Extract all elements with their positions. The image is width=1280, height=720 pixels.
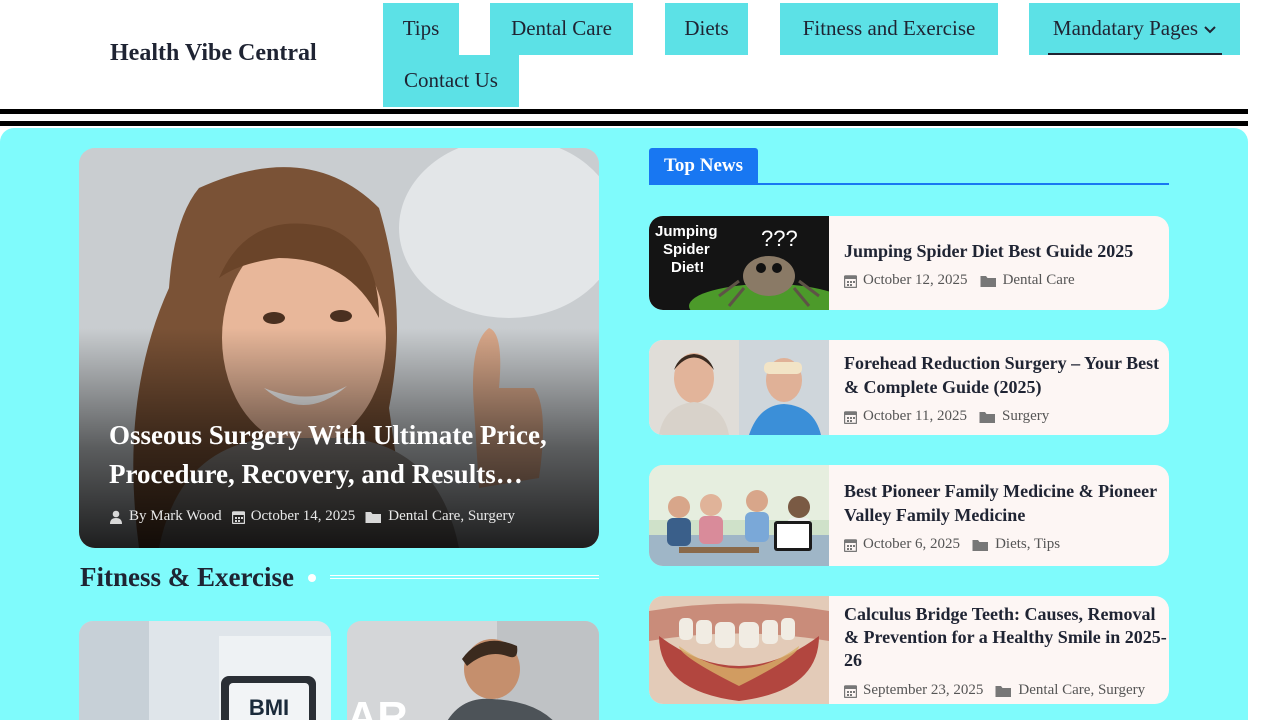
folder-icon <box>979 410 996 424</box>
fitness-card-thumbnail[interactable]: AR <box>347 621 599 720</box>
news-title[interactable]: Calculus Bridge Teeth: Causes, Removal &… <box>844 603 1167 672</box>
category-separator: , <box>460 508 465 524</box>
news-title[interactable]: Best Pioneer Family Medicine & Pioneer V… <box>844 479 1167 527</box>
news-item[interactable]: Best Pioneer Family Medicine & Pioneer V… <box>649 465 1169 566</box>
nav-mandatary-pages[interactable]: Mandatary Pages <box>1029 3 1240 55</box>
folder-icon <box>365 510 382 524</box>
nav-dental-care[interactable]: Dental Care <box>490 3 633 55</box>
nav-fitness-and-exercise[interactable]: Fitness and Exercise <box>780 3 998 55</box>
chevron-down-icon <box>1204 26 1216 34</box>
nav-tips[interactable]: Tips <box>383 3 459 55</box>
section-heading-dot <box>308 574 316 582</box>
news-thumbnail[interactable]: Jumping Spider Diet! ??? <box>649 216 829 310</box>
nav-contact-us[interactable]: Contact Us <box>383 55 519 107</box>
hero-post-title[interactable]: Osseous Surgery With Ultimate Price, Pro… <box>109 416 579 494</box>
active-underline <box>1048 53 1222 55</box>
post-date[interactable]: October 11, 2025 <box>863 408 967 425</box>
news-meta: October 11, 2025 Surgery <box>844 408 1167 425</box>
nav-label: Tips <box>402 16 440 40</box>
author-link[interactable]: By Mark Wood <box>129 508 222 525</box>
calendar-icon <box>231 510 245 524</box>
folder-icon <box>972 538 989 552</box>
calendar-icon <box>844 410 857 424</box>
hero-post-card[interactable]: Osseous Surgery With Ultimate Price, Pro… <box>79 148 599 548</box>
news-meta: September 23, 2025 Dental Care, Surgery <box>844 682 1167 699</box>
news-thumbnail[interactable] <box>649 340 829 435</box>
hero-post-meta: By Mark Wood October 14, 2025 Dental Car… <box>109 508 515 525</box>
calendar-icon <box>844 538 857 552</box>
svg-text:Jumping: Jumping <box>655 223 718 240</box>
folder-icon <box>995 684 1012 698</box>
calendar-icon <box>844 684 857 698</box>
news-title[interactable]: Forehead Reduction Surgery – Your Best &… <box>844 351 1167 399</box>
folder-icon <box>980 274 997 288</box>
bmi-thumb-text: BMI <box>249 695 289 720</box>
category-link[interactable]: Diets, Tips <box>995 536 1060 553</box>
category-link[interactable]: Dental Care, Surgery <box>1018 682 1145 699</box>
nav-label: Mandatary Pages <box>1052 16 1199 40</box>
user-icon <box>109 510 123 524</box>
site-title[interactable]: Health Vibe Central <box>110 40 317 67</box>
nav-label: Contact Us <box>404 68 498 92</box>
news-item[interactable]: Jumping Spider Diet! ??? Jumping Spider … <box>649 216 1169 310</box>
nav-label: Dental Care <box>511 16 612 40</box>
news-thumbnail[interactable] <box>649 596 829 704</box>
nav-label: Fitness and Exercise <box>802 16 976 40</box>
post-date[interactable]: October 14, 2025 <box>251 508 356 525</box>
section-heading-rule <box>330 575 599 579</box>
news-item[interactable]: Calculus Bridge Teeth: Causes, Removal &… <box>649 596 1169 704</box>
top-news-rule <box>649 183 1169 185</box>
post-date[interactable]: October 6, 2025 <box>863 536 960 553</box>
section-heading-fitness[interactable]: Fitness & Exercise <box>80 562 294 593</box>
category-link[interactable]: Dental Care <box>1003 272 1075 289</box>
news-thumbnail[interactable] <box>649 465 829 566</box>
fitness-card-thumbnail[interactable]: BMI <box>79 621 331 720</box>
svg-text:Diet!: Diet! <box>671 259 704 276</box>
svg-text:???: ??? <box>761 226 798 251</box>
svg-text:Spider: Spider <box>663 241 710 258</box>
nav-diets[interactable]: Diets <box>665 3 748 55</box>
post-date[interactable]: September 23, 2025 <box>863 682 983 699</box>
header-divider <box>0 109 1248 114</box>
news-meta: October 12, 2025 Dental Care <box>844 272 1167 289</box>
header-divider <box>0 121 1248 126</box>
thumb-overlay-text: AR <box>347 693 408 720</box>
nav-label: Diets <box>684 16 729 40</box>
news-meta: October 6, 2025 Diets, Tips <box>844 536 1167 553</box>
category-link[interactable]: Dental Care <box>388 508 460 524</box>
category-link[interactable]: Surgery <box>1002 408 1049 425</box>
calendar-icon <box>844 274 857 288</box>
post-date[interactable]: October 12, 2025 <box>863 272 968 289</box>
news-item[interactable]: Forehead Reduction Surgery – Your Best &… <box>649 340 1169 435</box>
category-link[interactable]: Surgery <box>468 508 515 524</box>
news-title[interactable]: Jumping Spider Diet Best Guide 2025 <box>844 239 1167 263</box>
top-news-label: Top News <box>649 148 758 184</box>
